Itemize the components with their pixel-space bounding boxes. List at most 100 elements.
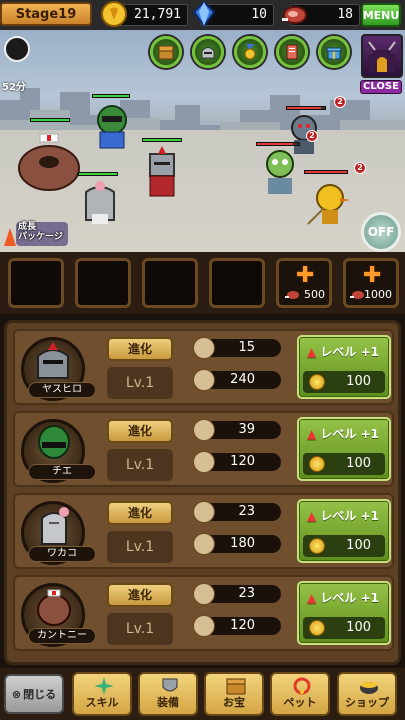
meat-icon: [282, 6, 307, 24]
close-icon: ⊗: [11, 687, 22, 701]
growth-package-label[interactable]: 成長 パッケージ: [18, 222, 63, 242]
level-up-button[interactable]: ▲ レベル +1 100: [297, 335, 391, 399]
battle-scene: 52分 CLOSE 2 2 2 成長 パッケージ OFF: [0, 30, 405, 252]
heart-icon: [193, 369, 215, 391]
hero-chie-hp-bar: [92, 94, 130, 98]
hero-yasuhiro-sprite: [149, 146, 175, 197]
armor-icon: [162, 678, 178, 692]
level-up-cost: 100: [303, 371, 385, 393]
unit-name: ワカコ: [28, 546, 96, 562]
attack-stat: 15: [193, 337, 281, 359]
unit-avatar[interactable]: ワカコ: [21, 501, 96, 565]
auto-toggle-button[interactable]: OFF: [361, 212, 401, 252]
unit-avatar[interactable]: カントニー: [21, 583, 96, 647]
enemy-gold-bird-sprite: [307, 184, 350, 225]
enemy-green-zombie-hp-bar: [256, 142, 300, 146]
gift-box-icon: [326, 47, 342, 60]
unit-name: チエ: [28, 464, 96, 480]
blue-gem-icon: [192, 0, 216, 28]
treasure-button[interactable]: お宝: [204, 672, 264, 716]
skill-button[interactable]: スキル: [72, 672, 132, 716]
quick-medal-button[interactable]: [234, 36, 266, 68]
menu-button[interactable]: MENU: [361, 3, 401, 27]
unit-name: ヤスヒロ: [28, 382, 96, 398]
knight-helmet-icon: [201, 47, 215, 59]
gold-coin-icon: [101, 1, 127, 27]
level-up-button[interactable]: ▲ レベル +1 100: [297, 417, 391, 481]
sword-icon: [193, 337, 215, 359]
tombstone-icon: [41, 507, 69, 545]
castle-button[interactable]: [361, 34, 403, 78]
shop-button[interactable]: ショップ: [337, 672, 397, 716]
unit-level: Lv.1: [107, 367, 173, 399]
top-bar: Stage19 21,791 10 18 MENU: [0, 0, 405, 30]
timer-label: 52分: [2, 82, 26, 93]
evolve-button[interactable]: 進化: [107, 337, 173, 361]
empty-slot[interactable]: [8, 258, 64, 308]
close-label[interactable]: CLOSE: [360, 80, 402, 94]
quick-treasure-button[interactable]: [150, 36, 182, 68]
unit-row: ヤスヒロ 進化 Lv.1 15 240 ▲ レベル +1 100: [13, 329, 394, 405]
attack-stat: 23: [193, 501, 281, 523]
quick-quest-button[interactable]: [276, 36, 308, 68]
evolve-button[interactable]: 進化: [107, 501, 173, 525]
treasure-chest-icon: [158, 45, 174, 60]
empty-slot[interactable]: [142, 258, 198, 308]
enemy-count-badge: 2: [334, 96, 346, 108]
up-arrow-icon: ▲: [307, 509, 317, 523]
sparkle-icon: [94, 677, 114, 695]
level-up-cost: 100: [303, 617, 385, 639]
up-arrow-icon: ▲: [307, 591, 317, 605]
hero-wakako-sprite: [85, 181, 115, 224]
castle-icon: [367, 41, 397, 72]
gold-coin-icon: [309, 456, 325, 472]
close-panel-button[interactable]: ⊗ 閉じる: [4, 674, 64, 714]
level-up-cost: 100: [303, 453, 385, 475]
evolve-button[interactable]: 進化: [107, 583, 173, 607]
plus-icon: ✚: [296, 263, 315, 288]
empty-slot[interactable]: [75, 258, 131, 308]
unit-row: カントニー 進化 Lv.1 23 120 ▲ レベル +1 100: [13, 575, 394, 651]
sword-icon: [193, 583, 215, 605]
hero-cantony-sprite: [18, 133, 80, 191]
heart-icon: [193, 451, 215, 473]
level-up-button[interactable]: ▲ レベル +1 100: [297, 581, 391, 645]
buy-slot-button[interactable]: ✚ 500: [276, 258, 332, 308]
hero-chie-sprite: [97, 105, 127, 149]
pet-button[interactable]: ペット: [270, 672, 330, 716]
quick-equipment-button[interactable]: [192, 36, 224, 68]
level-up-button[interactable]: ▲ レベル +1 100: [297, 499, 391, 563]
gold-coin-icon: [309, 374, 325, 390]
hero-wakako-hp-bar: [78, 172, 118, 176]
heart-icon: [193, 615, 215, 637]
quick-gift-button[interactable]: [318, 36, 350, 68]
gold-coin-icon: [309, 620, 325, 636]
stage-label[interactable]: Stage19: [0, 2, 92, 26]
enemy-count-badge: 2: [306, 130, 318, 142]
sword-icon: [193, 419, 215, 441]
hero-cantony-hp-bar: [30, 118, 70, 122]
unit-avatar[interactable]: チエ: [21, 419, 96, 483]
unit-level: Lv.1: [107, 531, 173, 563]
enemy-green-zombie-sprite: [266, 150, 294, 194]
unit-avatar[interactable]: ヤスヒロ: [21, 337, 96, 401]
enemy-grey-zombie-hp-bar: [286, 106, 326, 110]
knight-helmet-icon: [37, 342, 69, 379]
buy-slot-button[interactable]: ✚ 1000: [343, 258, 399, 308]
timer-clock-icon: [4, 36, 30, 62]
bottom-nav: ⊗ 閉じる スキル 装備 お宝 ペット ショップ: [0, 668, 405, 720]
shop-pot-icon: [360, 682, 378, 694]
equip-button[interactable]: 装備: [138, 672, 198, 716]
unit-row: チエ 進化 Lv.1 39 120 ▲ レベル +1 100: [13, 411, 394, 487]
empty-slot[interactable]: [209, 258, 265, 308]
level-up-label: ▲ レベル +1: [307, 509, 380, 523]
pet-collar-icon: [293, 677, 311, 695]
evolve-button[interactable]: 進化: [107, 419, 173, 443]
scroll-icon: [286, 44, 298, 60]
unit-level: Lv.1: [107, 449, 173, 481]
level-up-label: ▲ レベル +1: [307, 427, 380, 441]
hp-stat: 240: [193, 369, 281, 391]
attack-stat: 39: [193, 419, 281, 441]
gold-coin-icon: [309, 538, 325, 554]
green-helmet-icon: [38, 425, 70, 459]
